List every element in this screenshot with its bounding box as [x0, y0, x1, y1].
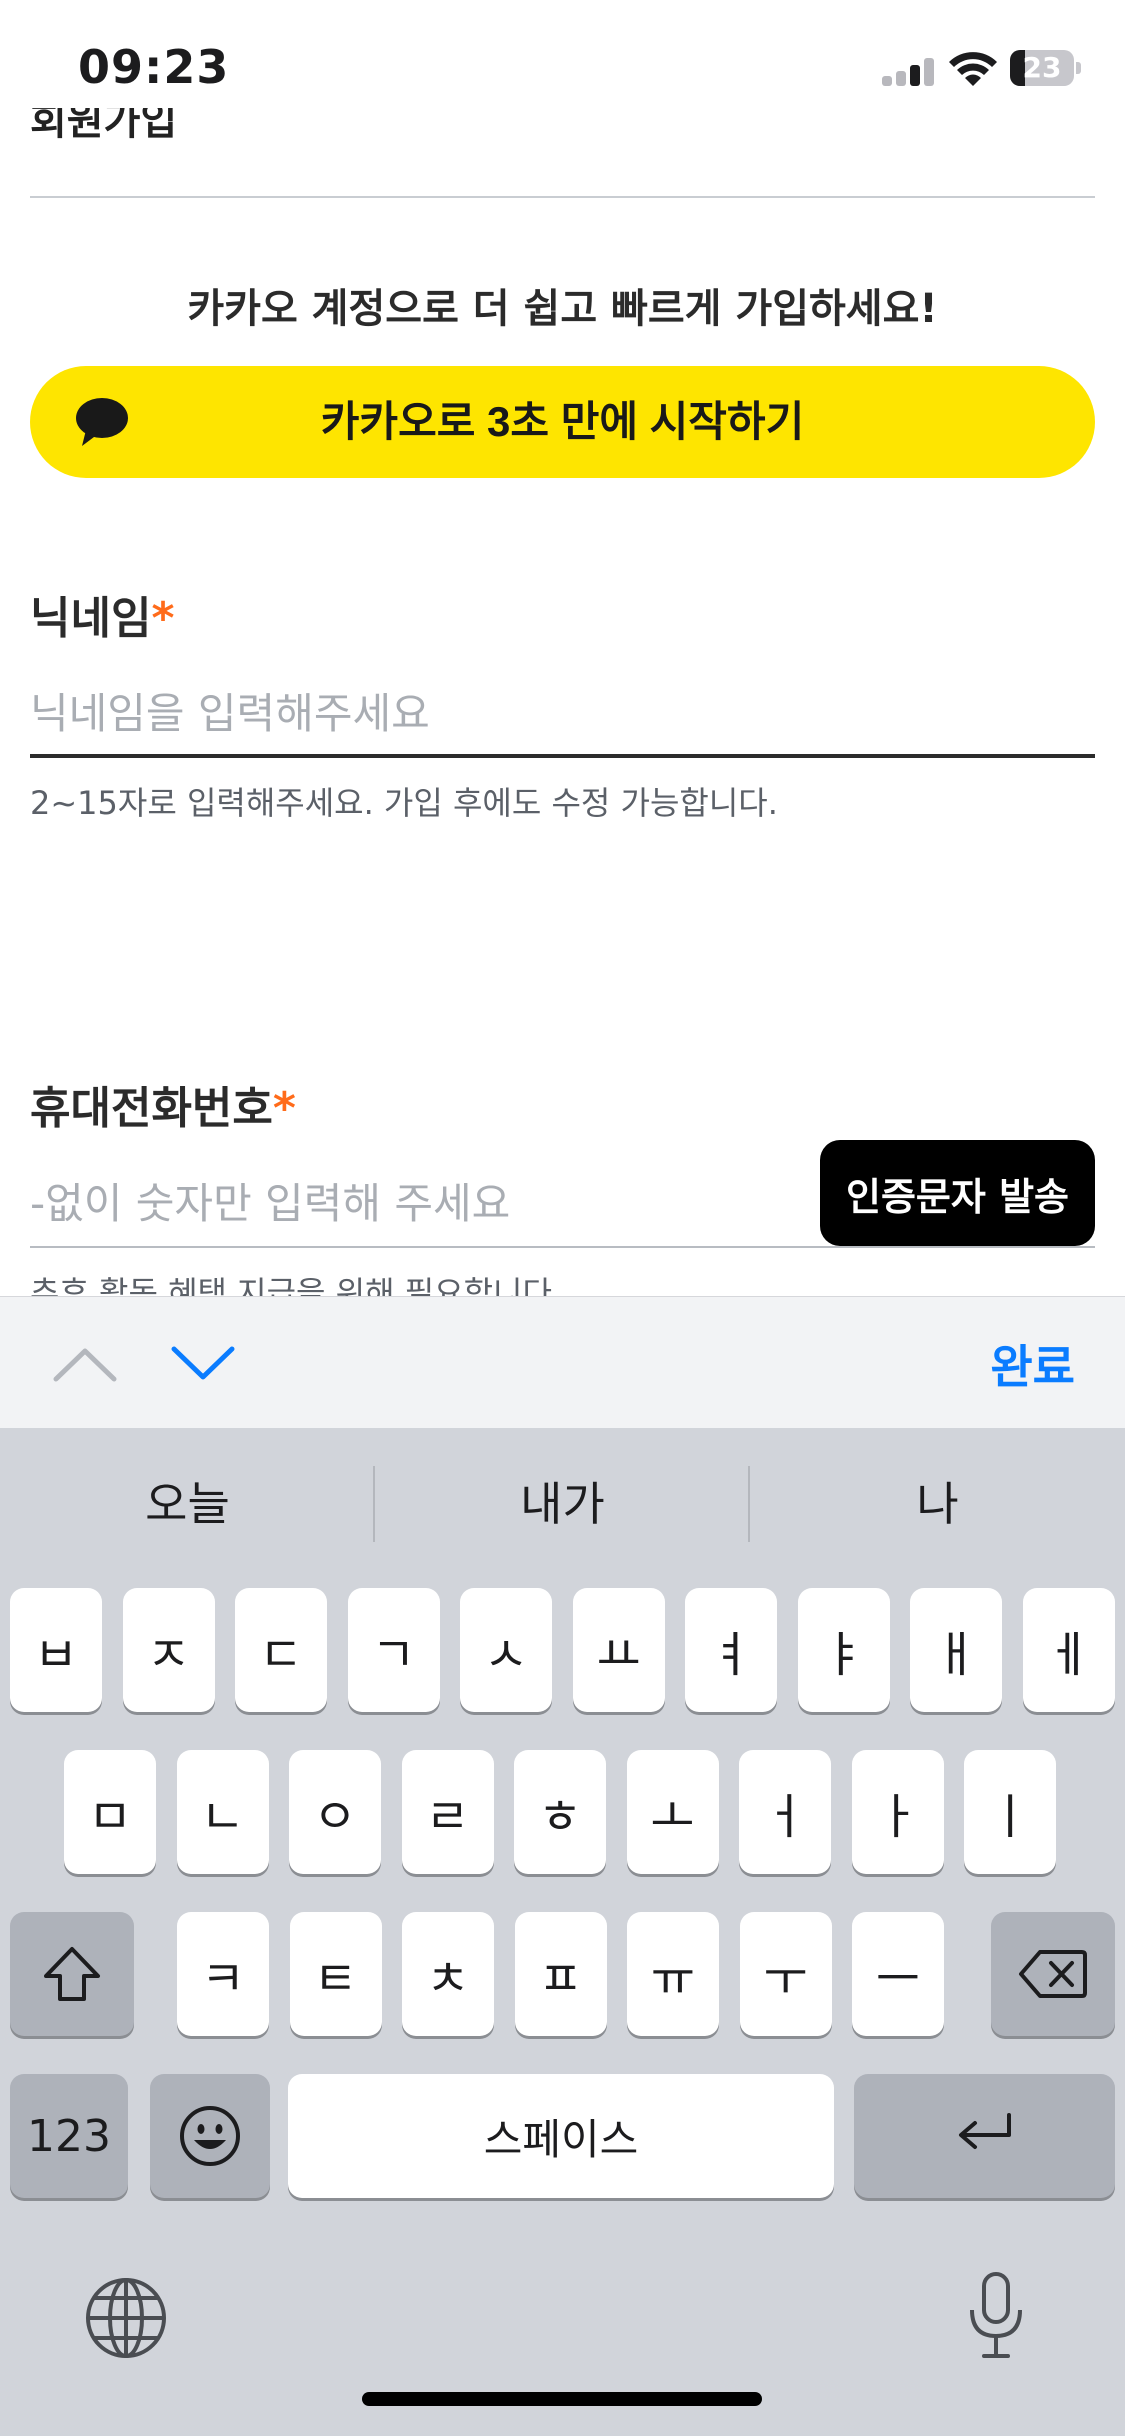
letter-key[interactable]: ㄷ: [235, 1588, 327, 1712]
nickname-label: 닉네임*: [30, 593, 175, 644]
kakao-start-label: 카카오로 3초 만에 시작하기: [320, 398, 805, 445]
letter-key[interactable]: ㅍ: [514, 1912, 607, 2036]
numbers-key[interactable]: 123: [10, 2074, 128, 2198]
suggestion-item[interactable]: 오늘: [0, 1468, 375, 1534]
letter-key[interactable]: ㅅ: [460, 1588, 552, 1712]
emoji-icon: [180, 2106, 240, 2166]
letter-key[interactable]: ㄱ: [347, 1588, 440, 1712]
keyboard-accessory-bar: 완료: [0, 1296, 1125, 1428]
letter-key[interactable]: ㅔ: [1022, 1588, 1115, 1712]
letter-key[interactable]: ㅈ: [122, 1588, 215, 1712]
letter-key[interactable]: ㅐ: [910, 1588, 1002, 1712]
send-verification-button[interactable]: 인증문자 발송: [820, 1140, 1095, 1246]
suggestion-item[interactable]: 나: [750, 1468, 1125, 1534]
shift-key[interactable]: [10, 1912, 134, 2036]
letter-key[interactable]: ㅕ: [685, 1588, 777, 1712]
letter-key[interactable]: ㅣ: [964, 1750, 1056, 1874]
letter-key[interactable]: ㅋ: [177, 1912, 269, 2036]
letter-key[interactable]: ㅏ: [851, 1750, 944, 1874]
home-indicator: [362, 2392, 762, 2406]
phone-divider: [30, 1246, 1095, 1248]
done-button[interactable]: 완료: [990, 1331, 1075, 1397]
letter-key[interactable]: ㅁ: [64, 1750, 156, 1874]
wifi-icon: [949, 52, 997, 86]
kakao-start-button[interactable]: 카카오로 3초 만에 시작하기: [30, 366, 1095, 478]
letter-key[interactable]: ㅎ: [514, 1750, 606, 1874]
letter-key[interactable]: ㅗ: [626, 1750, 719, 1874]
emoji-key[interactable]: [150, 2074, 270, 2198]
letter-key[interactable]: ㅡ: [852, 1912, 944, 2036]
chevron-up-icon[interactable]: [50, 1335, 120, 1391]
letter-key[interactable]: ㅑ: [797, 1588, 890, 1712]
chevron-down-icon[interactable]: [168, 1335, 238, 1391]
letter-key[interactable]: ㅜ: [739, 1912, 832, 2036]
letter-key[interactable]: ㅊ: [402, 1912, 494, 2036]
microphone-icon[interactable]: [966, 2270, 1026, 2362]
phone-helper: 추후 활동 혜택 지급을 위해 필요합니다: [30, 1274, 552, 1296]
suggestion-item[interactable]: 내가: [375, 1468, 750, 1534]
letter-key[interactable]: ㅂ: [10, 1588, 102, 1712]
letter-key[interactable]: ㄴ: [176, 1750, 269, 1874]
letter-key[interactable]: ㅠ: [627, 1912, 719, 2036]
nickname-input[interactable]: [30, 672, 1095, 758]
letter-key[interactable]: ㅛ: [572, 1588, 665, 1712]
return-key[interactable]: [854, 2074, 1115, 2198]
korean-keyboard: 오늘 내가 나 ㅂㅈㄷㄱㅅㅛㅕㅑㅐㅔ ㅁㄴㅇㄹㅎㅗㅓㅏㅣ ㅋㅌㅊㅍㅠㅜㅡ 123…: [0, 1428, 1125, 2436]
required-mark: *: [272, 1083, 296, 1134]
battery-icon: 23: [1010, 50, 1081, 86]
backspace-icon: [1019, 1950, 1087, 1998]
phone-input[interactable]: [30, 1160, 810, 1246]
header-divider: [30, 196, 1095, 198]
return-icon: [958, 2113, 1011, 2149]
suggestion-bar: 오늘 내가 나: [0, 1428, 1125, 1578]
status-time: 09:23: [78, 40, 230, 94]
nickname-helper: 2~15자로 입력해주세요. 가입 후에도 수정 가능합니다.: [30, 784, 778, 822]
backspace-key[interactable]: [991, 1912, 1115, 2036]
globe-icon[interactable]: [84, 2276, 168, 2360]
shift-icon: [44, 1947, 100, 2001]
letter-key[interactable]: ㅇ: [289, 1750, 381, 1874]
space-key[interactable]: 스페이스: [288, 2074, 834, 2198]
kakao-promo-text: 카카오 계정으로 더 쉽고 빠르게 가입하세요!: [187, 286, 938, 332]
letter-key[interactable]: ㄹ: [401, 1750, 494, 1874]
letter-key[interactable]: ㅌ: [289, 1912, 382, 2036]
battery-level: 23: [1022, 51, 1062, 84]
page-title: 회원가입: [30, 108, 178, 144]
cellular-signal-icon: [882, 58, 934, 86]
letter-key[interactable]: ㅓ: [739, 1750, 831, 1874]
phone-label: 휴대전화번호*: [30, 1083, 296, 1134]
required-mark: *: [151, 593, 175, 644]
